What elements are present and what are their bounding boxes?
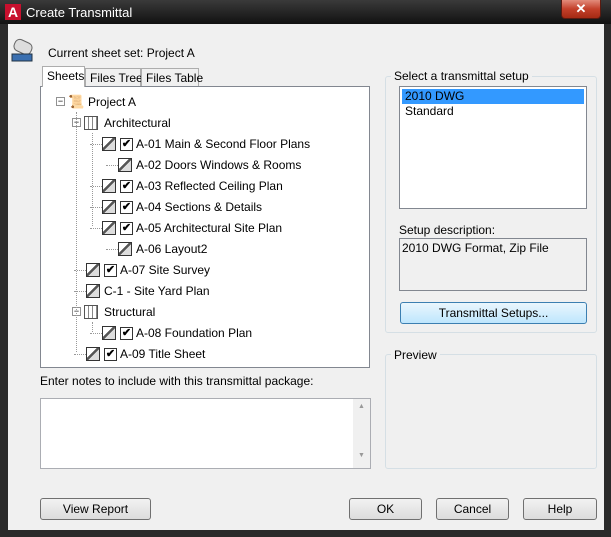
tab-files-table[interactable]: Files Table	[141, 68, 203, 87]
sheet-icon	[102, 137, 116, 151]
preview-label: Preview	[391, 348, 440, 362]
sheet-icon	[118, 242, 132, 256]
scroll-up-icon[interactable]: ▲	[353, 403, 370, 410]
sheet-icon	[102, 200, 116, 214]
setup-description: 2010 DWG Format, Zip File	[399, 238, 587, 291]
collapse-toggle-icon[interactable]: −	[56, 97, 65, 106]
tab-sheets[interactable]: Sheets	[42, 66, 85, 87]
notes-scrollbar[interactable]: ▲ ▼	[353, 399, 370, 468]
preview-group	[385, 354, 597, 469]
sheet-set-icon	[10, 38, 36, 64]
sheet-item-label[interactable]: C-1 - Site Yard Plan	[104, 284, 210, 302]
setup-option-2010-dwg[interactable]: 2010 DWG	[402, 89, 584, 104]
help-button[interactable]: Help	[523, 498, 597, 520]
setup-listbox[interactable]: 2010 DWG Standard	[399, 86, 587, 209]
setup-option-standard[interactable]: Standard	[400, 104, 586, 119]
scroll-down-icon[interactable]: ▼	[353, 452, 370, 459]
sheet-set-icon: 📜	[68, 94, 85, 109]
sheet-checkbox[interactable]: ✔	[104, 348, 117, 361]
subset-icon	[84, 305, 98, 319]
sheet-checkbox[interactable]: ✔	[120, 222, 133, 235]
sheet-checkbox[interactable]: ✔	[120, 201, 133, 214]
sheet-item-label[interactable]: A-08 Foundation Plan	[136, 326, 252, 344]
subset-icon	[84, 116, 98, 130]
tree-node-label[interactable]: Structural	[104, 305, 155, 323]
tree-node-label[interactable]: Architectural	[104, 116, 171, 134]
sheet-checkbox[interactable]: ✔	[120, 327, 133, 340]
close-button[interactable]: ✕	[561, 0, 601, 19]
sheet-icon	[86, 347, 100, 361]
title-bar: A Create Transmittal	[0, 0, 611, 24]
notes-label: Enter notes to include with this transmi…	[40, 374, 314, 388]
sheet-item-label[interactable]: A-07 Site Survey	[120, 263, 210, 281]
sheet-item-label[interactable]: A-06 Layout2	[136, 242, 207, 260]
sheet-icon	[86, 284, 100, 298]
ok-button[interactable]: OK	[349, 498, 422, 520]
tree-node-label[interactable]: Project A	[88, 95, 136, 113]
sheet-item-label[interactable]: A-04 Sections & Details	[136, 200, 262, 218]
sheet-icon	[86, 263, 100, 277]
cancel-button[interactable]: Cancel	[436, 498, 509, 520]
tab-files-tree[interactable]: Files Tree	[85, 68, 143, 87]
sheet-icon	[102, 326, 116, 340]
sheet-icon	[118, 158, 132, 172]
transmittal-setups-button[interactable]: Transmittal Setups...	[400, 302, 587, 324]
sheet-icon	[102, 179, 116, 193]
autocad-app-icon: A	[5, 4, 21, 20]
sheet-item-label[interactable]: A-03 Reflected Ceiling Plan	[136, 179, 283, 197]
sheet-icon	[102, 221, 116, 235]
sheet-item-label[interactable]: A-09 Title Sheet	[120, 347, 205, 365]
sheet-checkbox[interactable]: ✔	[120, 138, 133, 151]
setup-description-label: Setup description:	[399, 223, 496, 237]
sheet-checkbox[interactable]: ✔	[120, 180, 133, 193]
sheet-checkbox[interactable]: ✔	[104, 264, 117, 277]
view-report-button[interactable]: View Report	[40, 498, 151, 520]
sheet-item-label[interactable]: A-01 Main & Second Floor Plans	[136, 137, 310, 155]
notes-textarea[interactable]: ▲ ▼	[40, 398, 371, 469]
sheet-item-label[interactable]: A-02 Doors Windows & Rooms	[136, 158, 301, 176]
window-title: Create Transmittal	[26, 5, 133, 20]
setup-group-label: Select a transmittal setup	[391, 69, 532, 83]
current-sheet-set-label: Current sheet set: Project A	[48, 46, 195, 60]
sheet-item-label[interactable]: A-05 Architectural Site Plan	[136, 221, 282, 239]
